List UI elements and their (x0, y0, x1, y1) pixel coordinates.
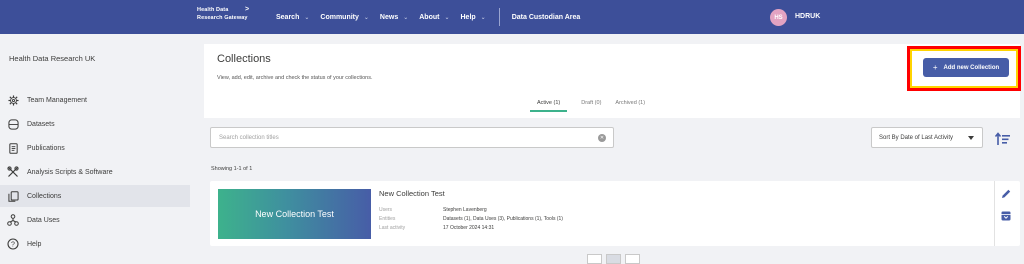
database-icon (7, 118, 19, 130)
tab-archived[interactable]: Archived (1) (615, 100, 645, 112)
caret-down-icon (968, 136, 974, 140)
sidebar-item-label: Data Uses (27, 216, 60, 224)
logo-line-1: Health Data (197, 7, 229, 13)
sidebar-item-data-uses[interactable]: Data Uses (0, 209, 190, 231)
collections-header-panel: Collections View, add, edit, archive and… (204, 44, 1020, 118)
pagination-page-button[interactable] (606, 254, 621, 264)
gear-icon (7, 94, 19, 106)
sidebar-item-team-management[interactable]: Team Management (0, 89, 190, 111)
search-input[interactable]: Search collection titles ✕ (210, 127, 614, 148)
sort-direction-icon[interactable] (994, 132, 1011, 146)
pagination-next-button[interactable] (625, 254, 640, 264)
sidebar-item-datasets[interactable]: Datasets (0, 113, 190, 135)
collection-banner[interactable]: New Collection Test (218, 189, 371, 239)
sort-selected-value: Sort By Date of Last Activity (879, 134, 954, 141)
sidebar-item-collections[interactable]: Collections (0, 185, 190, 207)
sidebar-item-label: Datasets (27, 120, 55, 128)
tools-icon (7, 166, 19, 178)
sidebar-item-label: Analysis Scripts & Software (27, 168, 113, 176)
meta-value: Datasets (1), Data Uses (3), Publication… (443, 216, 563, 222)
nav-item-label: Search (276, 13, 300, 21)
nav-item-news[interactable]: News ⌄ (380, 14, 408, 21)
pagination-prev-button[interactable] (587, 254, 602, 264)
nav-item-community[interactable]: Community ⌄ (320, 14, 369, 21)
sidebar-item-analysis-scripts[interactable]: Analysis Scripts & Software (0, 161, 190, 183)
nav-divider (498, 8, 500, 26)
document-icon (7, 142, 19, 154)
chevron-down-icon: ⌄ (304, 14, 310, 21)
organisation-name: Health Data Research UK (9, 54, 96, 63)
meta-key: Entities (379, 216, 396, 222)
sidebar-item-label: Collections (27, 192, 62, 200)
logo-mark-icon: > (245, 6, 250, 13)
sidebar-item-label: Team Management (27, 96, 87, 104)
search-placeholder: Search collection titles (219, 134, 279, 141)
collection-card[interactable]: New Collection Test New Collection Test … (210, 181, 1020, 246)
highlight-box (907, 46, 1021, 91)
svg-text:?: ? (11, 242, 15, 249)
top-navbar: Health Data Research Gateway > Search ⌄ C… (0, 0, 1024, 34)
nav-item-label: Data Custodian Area (511, 13, 581, 21)
meta-value: 17 October 2024 14:31 (443, 225, 495, 231)
archive-icon[interactable] (1000, 209, 1012, 221)
chevron-down-icon: ⌄ (480, 14, 486, 21)
page-title: Collections (217, 53, 271, 65)
meta-key: Users (379, 207, 393, 213)
collections-icon (7, 190, 19, 202)
logo-line-2: Research Gateway (197, 15, 248, 21)
card-divider (994, 181, 995, 246)
sidebar-item-publications[interactable]: Publications (0, 137, 190, 159)
nav-item-about[interactable]: About ⌄ (419, 14, 449, 21)
chevron-down-icon: ⌄ (403, 14, 409, 21)
sidebar: Health Data Research UK Team Management … (0, 34, 198, 262)
nav-menu: Search ⌄ Community ⌄ News ⌄ About ⌄ Help ⌄ Da… (276, 0, 591, 34)
pagination (587, 254, 644, 264)
status-tabs: Active (1) Draft (0) Archived (1) (530, 100, 659, 112)
nav-item-custodian-area[interactable]: Data Custodian Area (512, 14, 581, 21)
nav-item-label: News (379, 13, 399, 21)
help-icon: ? (7, 238, 19, 250)
chevron-down-icon: ⌄ (363, 14, 369, 21)
meta-value: Stephen Lavenberg (443, 207, 487, 213)
chevron-down-icon: ⌄ (444, 14, 450, 21)
nav-item-label: About (419, 13, 440, 21)
edit-pencil-icon[interactable] (1000, 187, 1012, 199)
sidebar-item-help[interactable]: ? Help (0, 233, 190, 255)
nav-item-help[interactable]: Help ⌄ (461, 14, 486, 21)
data-uses-icon (7, 214, 19, 226)
results-count: Showing 1-1 of 1 (211, 166, 253, 172)
sort-select[interactable]: Sort By Date of Last Activity (871, 127, 983, 148)
tab-active[interactable]: Active (1) (530, 100, 568, 112)
nav-item-search[interactable]: Search ⌄ (276, 14, 309, 21)
avatar[interactable]: HS (770, 9, 787, 26)
page-subtitle: View, add, edit, archive and check the s… (217, 75, 373, 81)
sidebar-item-label: Help (27, 240, 42, 248)
nav-item-label: Help (460, 13, 476, 21)
username[interactable]: HDRUK (795, 13, 820, 20)
nav-item-label: Community (320, 13, 359, 21)
sidebar-item-label: Publications (27, 144, 65, 152)
gateway-logo[interactable]: Health Data Research Gateway > (197, 6, 250, 22)
collection-title[interactable]: New Collection Test (379, 189, 445, 198)
meta-key: Last activity (379, 225, 406, 231)
tab-draft[interactable]: Draft (0) (581, 100, 601, 112)
clear-search-icon[interactable]: ✕ (598, 134, 606, 142)
